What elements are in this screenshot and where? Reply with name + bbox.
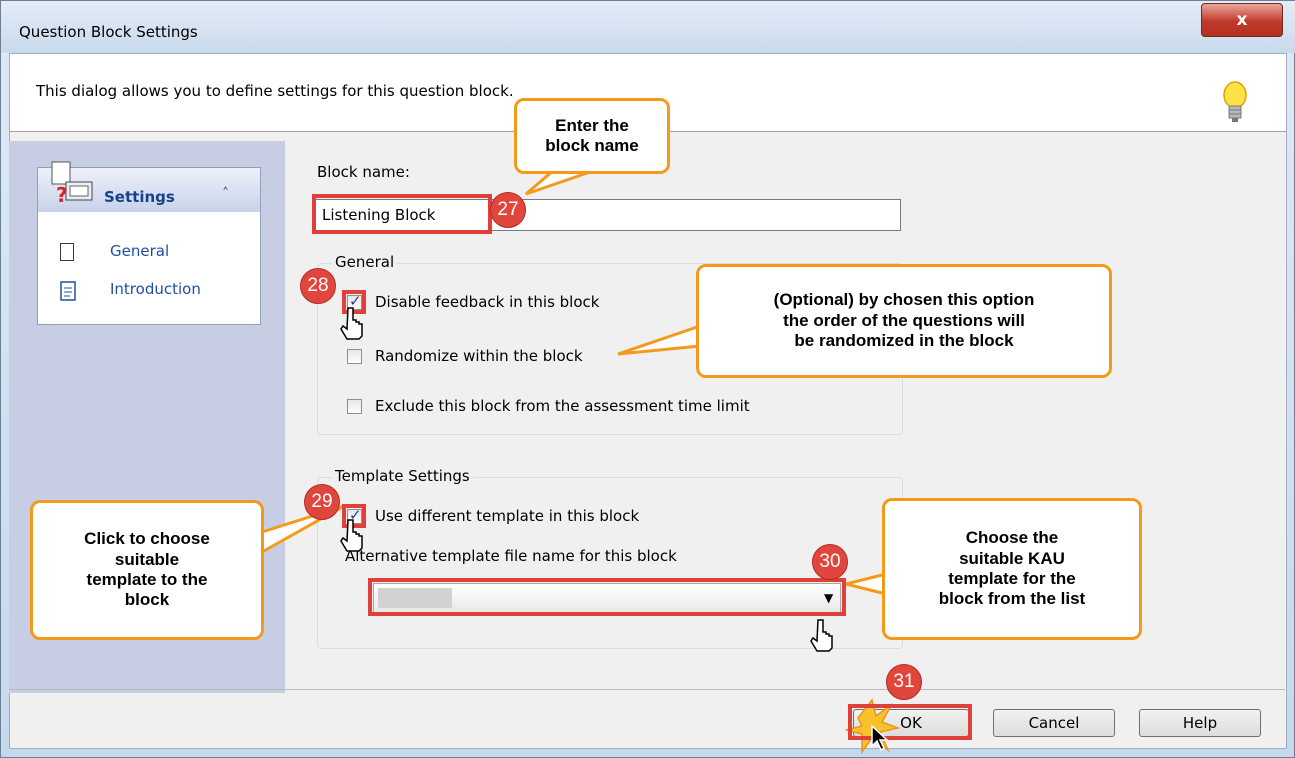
exclude-time-limit-label: Exclude this block from the assessment t…	[375, 397, 750, 415]
callout-optional-randomize: (Optional) by chosen this option the ord…	[696, 264, 1112, 378]
cancel-button[interactable]: Cancel	[993, 709, 1115, 737]
alternative-template-label: Alternative template file name for this …	[345, 547, 677, 565]
step-badge: 29	[304, 484, 340, 520]
step-badge: 27	[490, 192, 526, 228]
step-badge: 28	[300, 268, 336, 304]
hand-pointer-icon	[340, 519, 363, 552]
randomize-checkbox[interactable]	[347, 349, 362, 364]
callout-kau-template: Choose the suitable KAU template for the…	[882, 498, 1142, 640]
block-name-label: Block name:	[317, 163, 410, 181]
dialog-description: This dialog allows you to define setting…	[36, 82, 514, 100]
randomize-label: Randomize within the block	[375, 347, 583, 365]
template-settings-title: Template Settings	[332, 467, 473, 485]
general-group-title: General	[332, 253, 398, 271]
use-different-template-label: Use different template in this block	[375, 507, 640, 525]
ok-button-highlight	[848, 704, 972, 740]
hand-pointer-icon	[810, 619, 833, 652]
document-lines-icon	[60, 281, 76, 301]
exclude-time-limit-checkbox[interactable]	[347, 399, 362, 414]
callout-enter-block-name: Enter the block name	[514, 98, 670, 174]
step-badge: 30	[812, 544, 848, 580]
document-icon	[60, 243, 74, 261]
disable-feedback-label: Disable feedback in this block	[375, 293, 600, 311]
settings-panel: ? Settings ˄ General Introduction	[37, 161, 261, 325]
template-select-highlight	[368, 578, 846, 616]
nav-item-label: Introduction	[110, 280, 201, 298]
hand-pointer-icon	[340, 307, 363, 340]
help-button[interactable]: Help	[1139, 709, 1261, 737]
nav-item-label: General	[110, 242, 170, 260]
arrow-cursor-icon	[871, 724, 889, 752]
close-button[interactable]: x	[1201, 3, 1283, 37]
settings-icon: ?	[51, 161, 93, 207]
chevron-up-double-icon[interactable]: ˄	[222, 186, 229, 202]
svg-text:?: ?	[56, 183, 68, 207]
button-separator	[9, 689, 1285, 690]
settings-header[interactable]: ? Settings ˄	[38, 161, 260, 212]
callout-choose-template: Click to choose suitable template to the…	[30, 500, 264, 640]
settings-header-label: Settings	[104, 188, 175, 206]
title-bar: Question Block Settings x	[1, 1, 1295, 53]
block-name-highlight	[312, 194, 492, 234]
window-title: Question Block Settings	[19, 23, 198, 41]
step-badge: 31	[886, 664, 922, 700]
lightbulb-icon	[1223, 81, 1247, 122]
